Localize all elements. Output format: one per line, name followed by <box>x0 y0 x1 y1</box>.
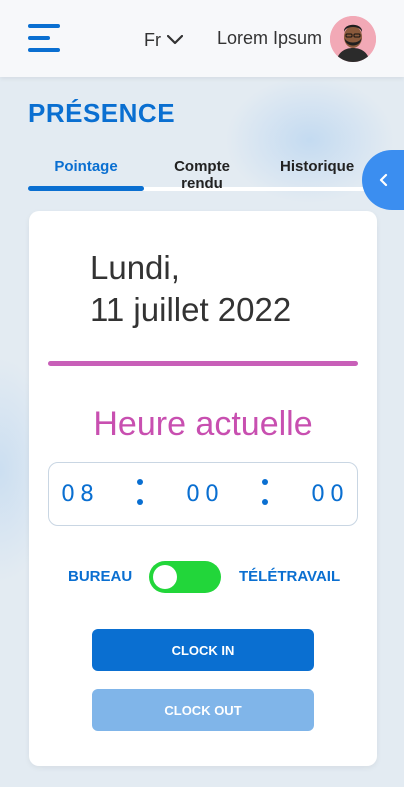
work-mode-toggle[interactable] <box>149 561 221 593</box>
date-divider <box>48 361 358 366</box>
tab-bar: Pointage Compte rendu Historique <box>28 150 404 194</box>
mode-teletravail-label: TÉLÉTRAVAIL <box>239 568 341 585</box>
chevron-down-icon <box>167 35 183 45</box>
user-avatar[interactable] <box>330 16 376 62</box>
time-minutes: 00 <box>186 482 224 507</box>
toggle-knob <box>153 565 177 589</box>
clock-out-button[interactable]: CLOCK OUT <box>92 689 314 731</box>
tab-compte-rendu[interactable]: Compte rendu <box>152 158 252 192</box>
current-time-label: Heure actuelle <box>93 405 313 443</box>
clock-in-button[interactable]: CLOCK IN <box>92 629 314 671</box>
current-day: Lundi, <box>90 249 180 286</box>
time-separator <box>137 477 143 509</box>
language-label: Fr <box>144 29 161 50</box>
current-date: 11 juillet 2022 <box>90 291 292 328</box>
user-name: Lorem Ipsum <box>217 28 323 48</box>
mode-bureau-label: BUREAU <box>68 568 133 585</box>
tab-historique[interactable]: Historique <box>280 158 354 175</box>
language-selector[interactable]: Fr <box>144 28 183 52</box>
time-seconds: 00 <box>311 482 349 507</box>
chevron-left-icon <box>379 173 388 187</box>
page-title: PRÉSENCE <box>28 98 176 128</box>
tab-pointage[interactable]: Pointage <box>28 158 144 175</box>
avatar-person-icon <box>330 16 376 62</box>
app-header: Fr Lorem Ipsum <box>0 0 404 77</box>
hamburger-menu-icon[interactable] <box>28 24 60 52</box>
active-tab-indicator <box>28 186 144 191</box>
time-separator <box>262 477 268 509</box>
time-display: 08 00 00 <box>48 462 358 526</box>
attendance-card: Lundi, 11 juillet 2022 Heure actuelle 08… <box>29 211 377 766</box>
time-hours: 08 <box>61 482 99 507</box>
